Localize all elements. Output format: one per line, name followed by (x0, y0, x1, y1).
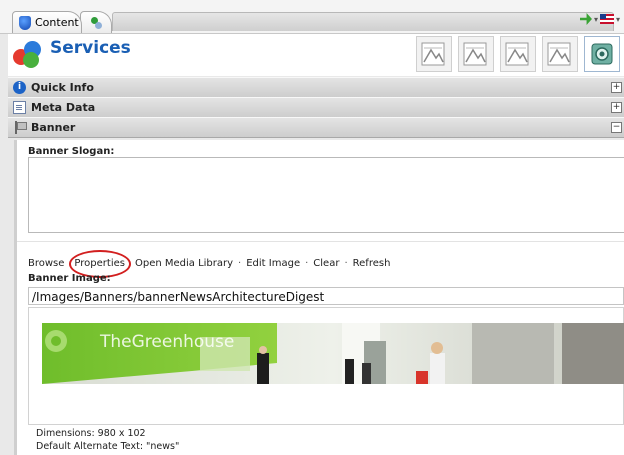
hierarchy-icon (89, 16, 103, 30)
shield-icon (19, 15, 31, 30)
browse-link[interactable]: Browse (28, 258, 64, 269)
banner-slogan-input[interactable] (28, 157, 624, 233)
image-alt-text: Default Alternate Text: "news" (36, 441, 180, 452)
separator: · (305, 258, 309, 269)
toolbar-image-3-icon[interactable] (500, 36, 536, 72)
section-meta-data[interactable]: Meta Data + (8, 97, 624, 118)
tab-strip-tools: ▾ ▾ (579, 13, 620, 25)
section-meta-data-label: Meta Data (31, 101, 96, 114)
flag-us-icon[interactable] (599, 14, 614, 24)
page-title: Services (50, 38, 131, 58)
expand-icon[interactable]: + (611, 82, 622, 93)
greenhouse-sign-text: TheGreenhouse (99, 332, 234, 352)
toolbar-image-1-icon[interactable] (416, 36, 452, 72)
clear-link[interactable]: Clear (313, 258, 339, 269)
document-icon (13, 101, 26, 114)
toolbar-image-2-icon[interactable] (458, 36, 494, 72)
tab-content-label: Content (35, 16, 79, 29)
separator: · (238, 258, 242, 269)
tab-strip: Content ▾ ▾ (0, 0, 624, 34)
banner-panel: Banner Slogan: Browse Properties Open Me… (14, 140, 624, 455)
chevron-down-icon[interactable]: ▾ (594, 15, 598, 24)
arrow-right-icon[interactable] (579, 13, 592, 25)
info-icon: i (13, 81, 26, 94)
expand-icon[interactable]: + (611, 102, 622, 113)
section-banner[interactable]: Banner − (8, 117, 624, 138)
section-quick-info[interactable]: i Quick Info + (8, 77, 624, 98)
open-media-library-link[interactable]: Open Media Library (135, 258, 233, 269)
chevron-down-icon[interactable]: ▾ (616, 15, 620, 24)
divider (17, 241, 624, 242)
banner-image-path-field[interactable]: /Images/Banners/bannerNewsArchitectureDi… (28, 287, 624, 305)
section-quick-info-label: Quick Info (31, 81, 94, 94)
tab-hierarchy[interactable] (80, 11, 112, 33)
banner-image-label: Banner Image: (28, 273, 111, 284)
banner-image-preview: TheGreenhouse (42, 323, 624, 384)
tab-content[interactable]: Content (12, 11, 82, 33)
image-dimensions: Dimensions: 980 x 102 (36, 428, 146, 439)
tab-strip-track (112, 12, 614, 31)
services-logo-icon (13, 39, 43, 69)
toolbar-camera-icon[interactable] (584, 36, 620, 72)
banner-slogan-label: Banner Slogan: (28, 146, 115, 157)
toolbar (416, 36, 620, 72)
section-banner-label: Banner (31, 121, 76, 134)
banner-icon (13, 121, 27, 134)
page-header: Services (8, 34, 624, 76)
banner-image-preview-frame: TheGreenhouse (28, 307, 624, 425)
refresh-link[interactable]: Refresh (353, 258, 391, 269)
toolbar-image-4-icon[interactable] (542, 36, 578, 72)
collapse-icon[interactable]: − (611, 122, 622, 133)
edit-image-link[interactable]: Edit Image (246, 258, 300, 269)
separator: · (344, 258, 348, 269)
